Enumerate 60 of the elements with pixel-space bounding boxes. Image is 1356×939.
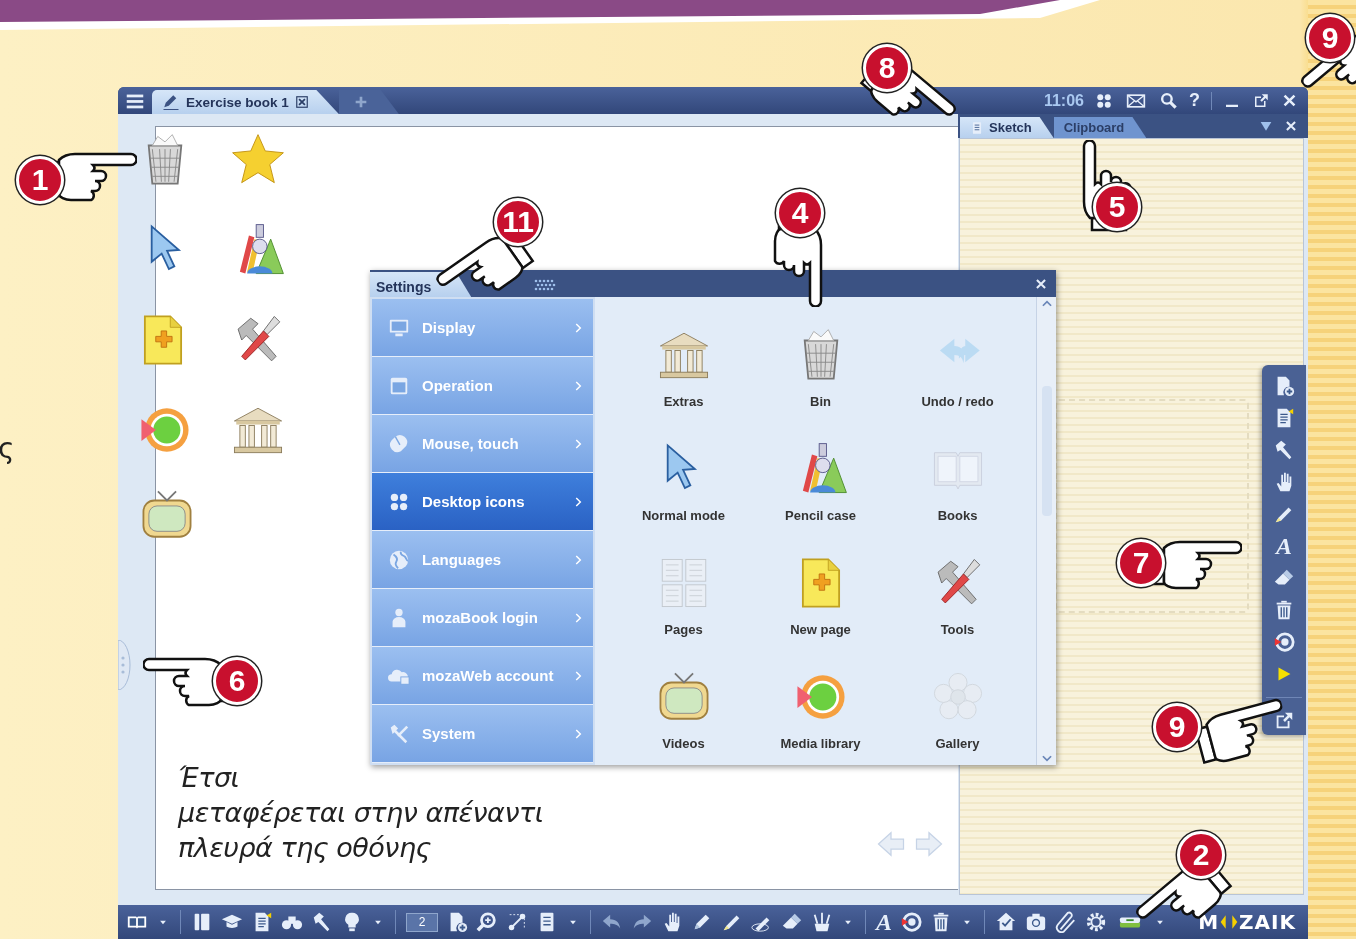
text-tool-icon[interactable]: A xyxy=(876,911,892,933)
page-number-field[interactable]: 2 xyxy=(406,912,438,932)
brushes-icon[interactable] xyxy=(811,911,833,933)
number-badge: 8 xyxy=(863,44,911,92)
clock-text: 11:06 xyxy=(1043,91,1084,110)
icon-label: Extras xyxy=(663,394,704,409)
close-tab-icon[interactable] xyxy=(294,95,309,109)
logo-text: ZAIK xyxy=(1239,910,1296,934)
line-tool-icon[interactable] xyxy=(506,911,528,933)
globe-icon xyxy=(388,548,410,571)
icon-label: Normal mode xyxy=(641,508,726,523)
record-icon[interactable] xyxy=(1273,631,1295,653)
close-icon[interactable] xyxy=(1284,119,1298,133)
zoom-icon[interactable] xyxy=(476,911,498,933)
grid-icon[interactable] xyxy=(1095,91,1113,110)
tools-icon xyxy=(388,722,410,745)
settings-menu-item[interactable]: mozaWeb account xyxy=(372,647,593,705)
icon-label: Tools xyxy=(940,622,975,637)
search-icon[interactable] xyxy=(1159,91,1178,110)
margin-text: ς xyxy=(0,432,15,465)
document-tab[interactable]: Exercise book 1 xyxy=(152,90,339,114)
panel-tab[interactable]: Clipboard xyxy=(1053,117,1147,138)
number-badge: 9 xyxy=(1306,14,1354,62)
icon-label: New page xyxy=(790,622,851,637)
help-icon[interactable]: ? xyxy=(1189,90,1200,111)
icon-label: Gallery xyxy=(935,736,980,751)
notepad-icon xyxy=(970,120,984,135)
scrollbar[interactable] xyxy=(1036,297,1056,765)
icon-label: Media library xyxy=(780,736,861,751)
camera-icon[interactable] xyxy=(1025,911,1047,933)
settings-icon[interactable] xyxy=(1085,911,1107,933)
settings-menu-item[interactable]: Mouse, touch xyxy=(372,415,593,473)
close-icon[interactable] xyxy=(1034,276,1048,291)
text-tool-icon[interactable]: A xyxy=(1276,535,1292,557)
settings-menu-item[interactable]: System xyxy=(372,705,593,763)
caption-text: Έτσι μεταφέρεται στην απέναντι πλευρά της οθόνης xyxy=(178,761,544,865)
pencil-icon xyxy=(162,93,180,111)
settings-menu-item[interactable]: Operation xyxy=(372,357,593,415)
close-icon[interactable] xyxy=(1281,92,1298,109)
paperclip-icon[interactable] xyxy=(1055,911,1077,933)
icon-label: Videos xyxy=(662,736,705,751)
settings-menu-item[interactable]: Desktop icons xyxy=(372,473,593,531)
number-badge: 1 xyxy=(16,156,64,204)
mouse-icon xyxy=(388,432,410,455)
icon-label: Bin xyxy=(810,394,831,409)
icon-label: Pencil case xyxy=(785,508,856,523)
panel-tab[interactable]: Sketch xyxy=(960,117,1054,138)
logo-text: M xyxy=(1198,910,1220,934)
icon-label: Undo / redo xyxy=(921,394,994,409)
record-icon[interactable] xyxy=(900,911,922,933)
settings-menu-item[interactable]: Languages xyxy=(372,531,593,589)
home-check-icon[interactable] xyxy=(995,911,1017,933)
side-handle-icon[interactable] xyxy=(118,640,132,690)
pop-out-icon[interactable] xyxy=(1252,91,1270,110)
icon-label: Pages xyxy=(664,622,703,637)
dialog-title: Settings xyxy=(370,272,472,297)
settings-menu-item[interactable]: mozaBook login xyxy=(372,589,593,647)
settings-menu-item[interactable]: Display xyxy=(372,299,593,357)
new-tab-button[interactable] xyxy=(338,90,399,114)
icon-label: Books xyxy=(937,508,978,523)
